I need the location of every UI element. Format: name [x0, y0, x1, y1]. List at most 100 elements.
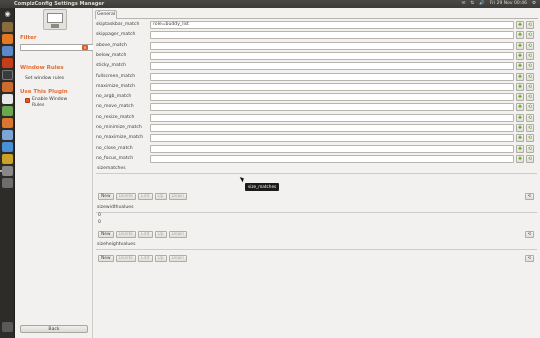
add-match-icon[interactable]: ✚: [516, 144, 524, 153]
match-input[interactable]: [150, 134, 514, 143]
match-input[interactable]: [150, 31, 514, 40]
edit-button[interactable]: Edit: [138, 255, 153, 262]
add-match-icon[interactable]: ✚: [516, 21, 524, 29]
trash-icon[interactable]: [2, 322, 13, 332]
match-input[interactable]: [150, 93, 514, 102]
session-gear-icon[interactable]: ⚙: [532, 1, 536, 6]
reset-icon[interactable]: ⟲: [526, 93, 534, 102]
new-button[interactable]: New: [98, 231, 114, 238]
reset-icon[interactable]: ⟲: [526, 154, 534, 163]
reset-icon[interactable]: ⟲: [526, 134, 534, 143]
add-match-icon[interactable]: ✚: [516, 134, 524, 143]
match-input[interactable]: role=buddy_list: [150, 21, 514, 29]
add-match-icon[interactable]: ✚: [516, 51, 524, 60]
add-match-icon[interactable]: ✚: [516, 113, 524, 122]
sizewidthvalues-label: sizewidthvalues: [97, 205, 134, 210]
reset-icon[interactable]: ⟲: [526, 124, 534, 132]
chat-icon[interactable]: [2, 130, 13, 140]
match-input[interactable]: [150, 41, 514, 50]
list-item[interactable]: 0: [98, 213, 101, 218]
media-icon[interactable]: [2, 82, 13, 92]
writer-icon[interactable]: [2, 94, 13, 104]
impress-icon[interactable]: [2, 118, 13, 128]
network-icon[interactable]: ⇅: [470, 1, 474, 6]
reset-icon[interactable]: ⟲: [526, 82, 534, 91]
window-title: CompizConfig Settings Manager: [14, 1, 105, 7]
reset-icon[interactable]: ⟲: [526, 31, 534, 40]
reset-icon[interactable]: ⟲: [526, 62, 534, 71]
sizewidthvalues-list[interactable]: [96, 212, 537, 232]
sidebar-item-set-window-rules[interactable]: Set window rules: [25, 76, 64, 81]
dash-icon[interactable]: ◉: [2, 9, 13, 18]
disk-icon[interactable]: [2, 178, 13, 188]
down-button[interactable]: Down: [168, 193, 187, 200]
clear-filter-icon[interactable]: ✕: [82, 45, 88, 50]
list-item[interactable]: 0: [98, 220, 101, 225]
up-button[interactable]: Up: [154, 193, 167, 200]
add-match-icon[interactable]: ✚: [516, 72, 524, 81]
volume-icon[interactable]: 🔊: [479, 1, 485, 6]
edit-button[interactable]: Edit: [138, 231, 153, 238]
enable-checkbox[interactable]: [25, 98, 30, 103]
up-button[interactable]: Up: [154, 231, 167, 238]
add-match-icon[interactable]: ✚: [516, 103, 524, 112]
match-input[interactable]: [150, 103, 514, 112]
mail-icon[interactable]: ✉: [462, 1, 466, 6]
down-button[interactable]: Down: [168, 255, 187, 262]
option-label: below_match: [96, 52, 127, 58]
reset-icon[interactable]: ⟲: [526, 103, 534, 112]
reset-icon[interactable]: ⟲: [526, 21, 534, 29]
add-match-icon[interactable]: ✚: [516, 154, 524, 163]
browser-icon[interactable]: [2, 34, 13, 44]
option-label: no_minimize_match: [96, 125, 142, 130]
match-input[interactable]: [150, 124, 514, 132]
match-input[interactable]: [150, 82, 514, 91]
reset-icon[interactable]: ⟲: [526, 51, 534, 60]
edit-button[interactable]: Edit: [138, 193, 153, 200]
reset-icon[interactable]: ⟲: [526, 41, 534, 50]
reset-icon[interactable]: ⟲: [526, 144, 534, 153]
option-row: no_maximize_match ✚ ⟲: [93, 133, 540, 143]
add-match-icon[interactable]: ✚: [516, 124, 524, 132]
match-input[interactable]: [150, 72, 514, 81]
files-icon[interactable]: [2, 22, 13, 32]
clock[interactable]: Fri 29 Nov 00:46: [490, 1, 527, 6]
sizematches-list[interactable]: [96, 173, 537, 195]
add-match-icon[interactable]: ✚: [516, 93, 524, 102]
reset-sizeheightvalues-icon[interactable]: ⟲: [525, 255, 534, 262]
add-match-icon[interactable]: ✚: [516, 31, 524, 40]
new-button[interactable]: New: [98, 255, 114, 262]
new-button[interactable]: New: [98, 193, 114, 200]
delete-button[interactable]: Delete: [115, 231, 137, 238]
tab-general[interactable]: General: [95, 10, 117, 18]
match-input[interactable]: [150, 62, 514, 71]
match-input[interactable]: [150, 154, 514, 163]
delete-button[interactable]: Delete: [115, 193, 137, 200]
match-input[interactable]: [150, 144, 514, 153]
add-match-icon[interactable]: ✚: [516, 41, 524, 50]
back-button[interactable]: Back: [20, 325, 88, 333]
reset-icon[interactable]: ⟲: [526, 72, 534, 81]
enable-plugin-row[interactable]: Enable Window Rules: [25, 97, 72, 108]
reset-sizematches-icon[interactable]: ⟲: [525, 193, 534, 200]
photos-icon[interactable]: [2, 142, 13, 152]
add-match-icon[interactable]: ✚: [516, 82, 524, 91]
workspace-icon[interactable]: [2, 154, 13, 164]
compiz-icon[interactable]: [2, 166, 13, 176]
terminal-icon[interactable]: [2, 70, 13, 80]
software-center-icon[interactable]: [2, 46, 13, 56]
add-match-icon[interactable]: ✚: [516, 62, 524, 71]
reset-sizewidthvalues-icon[interactable]: ⟲: [525, 231, 534, 238]
settings-icon[interactable]: [2, 58, 13, 68]
reset-icon[interactable]: ⟲: [526, 113, 534, 122]
match-input[interactable]: [150, 51, 514, 60]
option-row: no_resize_match ✚ ⟲: [93, 113, 540, 123]
enable-label: Enable Window Rules: [32, 97, 68, 108]
filter-input[interactable]: [20, 44, 103, 51]
calc-icon[interactable]: [2, 106, 13, 116]
match-input[interactable]: [150, 113, 514, 122]
sizewidthvalues-buttons: New Delete Edit Up Down: [98, 231, 187, 238]
up-button[interactable]: Up: [154, 255, 167, 262]
delete-button[interactable]: Delete: [115, 255, 137, 262]
down-button[interactable]: Down: [168, 231, 187, 238]
